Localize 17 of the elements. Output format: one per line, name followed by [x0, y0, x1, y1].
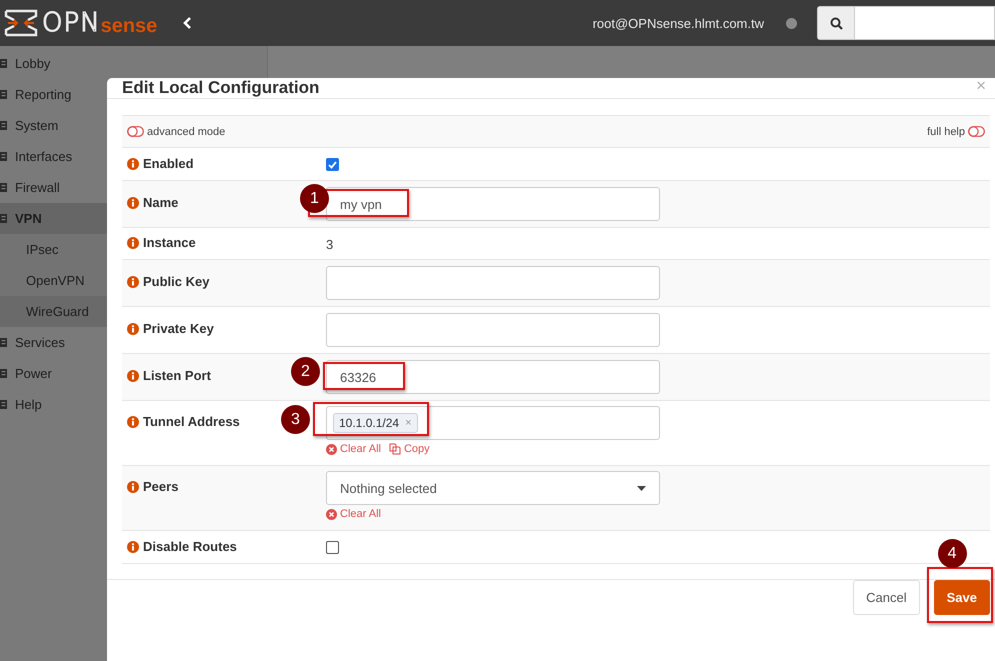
field-label: Disable Routes — [143, 539, 237, 554]
field-label: Listen Port — [143, 368, 211, 383]
field-label: Enabled — [143, 156, 194, 171]
instance-value: 3 — [326, 236, 334, 252]
field-label: Public Key — [143, 274, 210, 289]
brand-suffix: sense — [100, 16, 158, 36]
field-label: Peers — [143, 479, 178, 494]
tag: 10.1.0.1/24 × — [333, 413, 418, 433]
field-label: Instance — [143, 235, 196, 250]
field-label: Private Key — [143, 321, 214, 336]
field-label: Name — [143, 195, 178, 210]
step-number: 1 — [300, 184, 329, 213]
step-number: 2 — [291, 357, 320, 386]
step-number: 3 — [281, 405, 310, 434]
dialog-title: Edit Local Configuration — [122, 78, 320, 98]
brand-name: OPN — [42, 10, 101, 36]
field-label: Tunnel Address — [143, 414, 240, 429]
